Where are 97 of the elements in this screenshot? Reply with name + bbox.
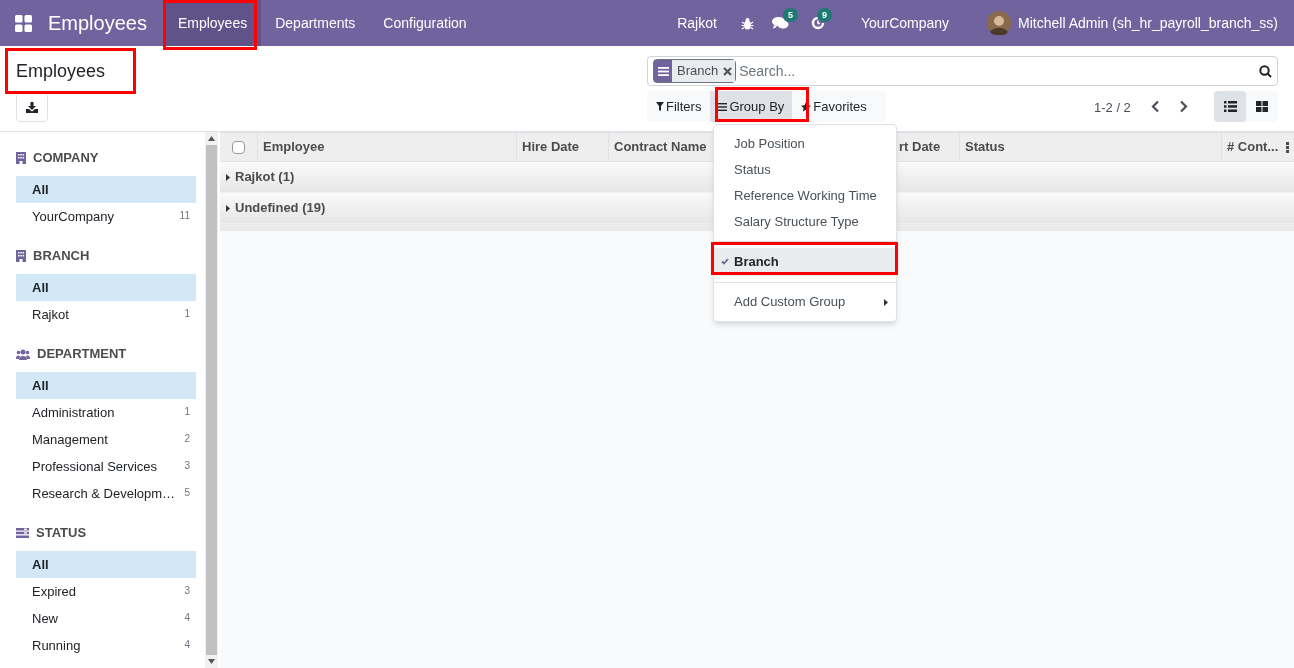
filter-label: Rajkot <box>32 305 70 324</box>
chat-icon[interactable] <box>771 16 789 30</box>
apps-grid-icon[interactable] <box>15 14 32 32</box>
filter-item[interactable]: All <box>16 274 196 301</box>
column-header[interactable]: Contract Name <box>614 137 707 157</box>
close-icon[interactable] <box>723 66 733 76</box>
filter-label: All <box>32 278 50 297</box>
building-icon <box>16 250 26 262</box>
group-icon <box>657 66 669 76</box>
download-icon <box>26 101 38 113</box>
filter-label: Professional Services <box>32 457 158 476</box>
menu-item[interactable]: Configuration <box>369 0 481 46</box>
branch-switcher[interactable]: Rajkot <box>677 12 717 34</box>
filter-item[interactable]: All <box>16 176 196 203</box>
users-icon <box>16 348 30 360</box>
section-title: STATUS <box>36 524 87 543</box>
dropdown-item[interactable]: Reference Working Time <box>714 183 896 209</box>
filter-item[interactable]: New 4 <box>16 605 196 632</box>
caret-icon <box>226 204 230 212</box>
column-header[interactable]: Status <box>965 137 1005 157</box>
search-facet[interactable]: Branch <box>653 59 737 83</box>
check-icon <box>721 258 729 265</box>
building-icon <box>16 152 26 164</box>
filter-count: 4 <box>184 611 190 625</box>
search-option-button[interactable]: Favorites <box>792 91 876 122</box>
bug-icon[interactable] <box>740 16 754 30</box>
filter-label: All <box>32 180 50 199</box>
next-icon[interactable] <box>1179 100 1188 113</box>
filter-label: All <box>32 555 50 574</box>
count-badge: 5 <box>782 8 798 22</box>
kanban-icon <box>1256 101 1268 112</box>
filter-count: 2 <box>184 432 190 446</box>
company-switcher[interactable]: YourCompany <box>860 12 950 34</box>
filter-item[interactable]: Research & Developm… 5 <box>16 480 196 507</box>
clock-icon[interactable] <box>810 16 825 30</box>
search-icon[interactable] <box>1259 64 1272 78</box>
more-options-icon[interactable] <box>1286 141 1289 153</box>
filter-item[interactable]: Rajkot 1 <box>16 301 196 328</box>
filter-label: Running <box>32 636 82 655</box>
filter-label: Administration <box>32 403 116 422</box>
filter-label: Research & Developm… <box>32 484 177 503</box>
section-title: BRANCH <box>33 247 90 266</box>
column-header[interactable]: Hire Date <box>522 137 580 157</box>
filter-item[interactable]: All <box>16 372 196 399</box>
column-header[interactable]: rt Date <box>899 137 941 157</box>
download-button[interactable] <box>16 92 48 122</box>
facet-label: Branch <box>672 60 724 82</box>
dropdown-item[interactable]: Job Position <box>714 131 896 157</box>
menu-item[interactable]: Departments <box>261 0 370 46</box>
filter-count: 1 <box>184 405 190 419</box>
filter-item[interactable]: Professional Services 3 <box>16 453 196 480</box>
view-switch-button[interactable] <box>1214 91 1246 122</box>
avatar-icon[interactable] <box>987 11 1012 35</box>
filter-label: YourCompany <box>32 207 115 226</box>
scrollbar-thumb[interactable] <box>206 145 217 655</box>
filter-count: 11 <box>179 209 190 223</box>
filter-label: Management <box>32 430 109 449</box>
dropdown-item[interactable]: Salary Structure Type <box>714 209 896 235</box>
filter-label: Expired <box>32 582 78 601</box>
filter-label: All <box>32 376 50 395</box>
menu-icon <box>718 102 728 111</box>
filter-item[interactable]: All <box>16 551 196 578</box>
filter-count: 3 <box>184 584 190 598</box>
breadcrumb: Employees <box>16 60 106 83</box>
scroll-down-icon[interactable] <box>208 659 215 664</box>
filter-item[interactable]: YourCompany 11 <box>16 203 196 230</box>
filter-count: 1 <box>184 307 190 321</box>
section-title: COMPANY <box>33 149 99 168</box>
previous-icon[interactable] <box>1151 100 1160 113</box>
dropdown-item[interactable]: Status <box>714 157 896 183</box>
filter-item[interactable]: Administration 1 <box>16 399 196 426</box>
filter-count: 5 <box>184 486 190 500</box>
filter-icon <box>656 102 664 111</box>
scroll-up-icon[interactable] <box>208 136 215 141</box>
section-title: DEPARTMENT <box>37 345 127 364</box>
list-icon <box>16 528 29 538</box>
filter-item[interactable]: Management 2 <box>16 426 196 453</box>
user-menu[interactable]: Mitchell Admin (sh_hr_payroll_branch_ss) <box>1018 12 1278 34</box>
app-title: Employees <box>48 11 147 36</box>
search-option-button[interactable]: Filters <box>647 91 711 122</box>
pager-value: 1-2 / 2 <box>1094 99 1131 117</box>
filter-count: 3 <box>184 459 190 473</box>
column-header[interactable]: Employee <box>263 137 325 157</box>
dropdown-item[interactable]: Add Custom Group <box>714 289 896 315</box>
scrollbar[interactable] <box>205 132 218 668</box>
search-field[interactable]: Branch Search... <box>647 56 1278 86</box>
list-icon <box>1223 101 1237 112</box>
count-badge: 9 <box>816 8 832 22</box>
filter-item[interactable]: Running 4 <box>16 632 196 659</box>
caret-icon <box>884 298 888 306</box>
caret-icon <box>226 173 230 181</box>
star-icon <box>801 101 812 112</box>
filter-label: New <box>32 609 59 628</box>
filter-item[interactable]: Expired 3 <box>16 578 196 605</box>
column-header[interactable]: # Cont... <box>1227 137 1279 157</box>
filter-count: 4 <box>184 638 190 652</box>
select-all-checkbox[interactable] <box>232 140 245 154</box>
